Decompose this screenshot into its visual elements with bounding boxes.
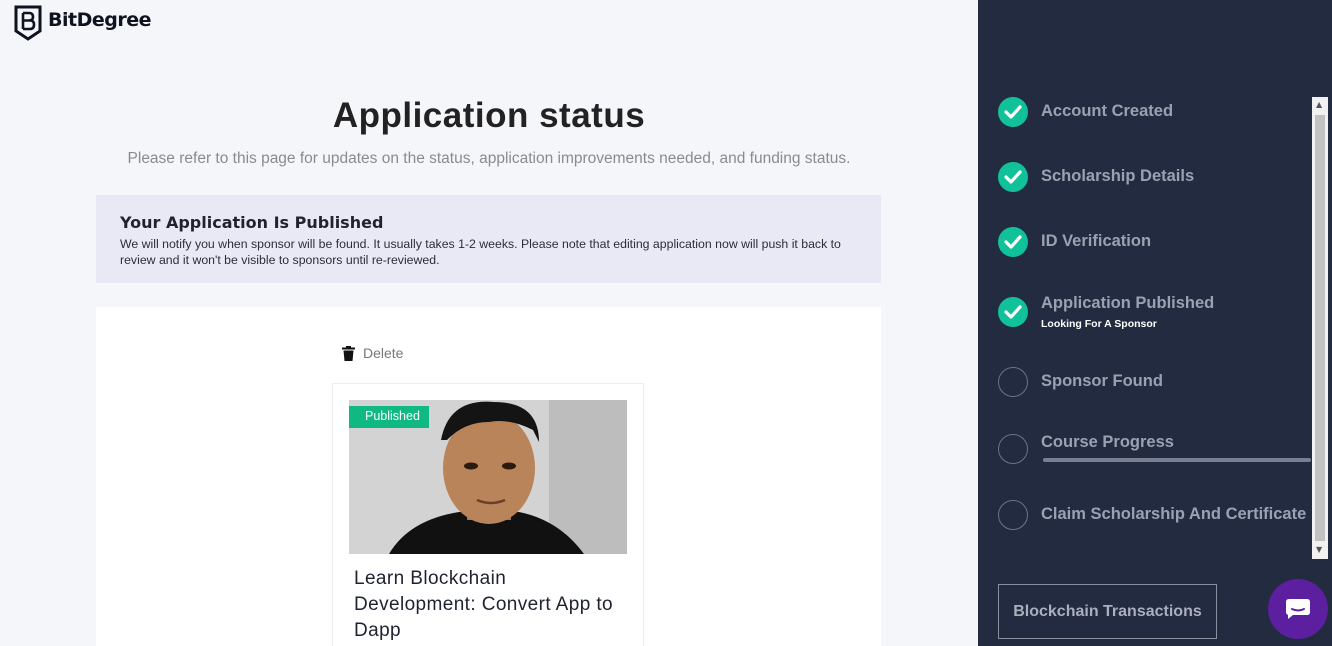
published-badge: Published — [349, 406, 429, 428]
check-icon — [998, 97, 1028, 127]
page-title: Application status — [332, 96, 646, 135]
delete-button[interactable]: Delete — [342, 345, 403, 361]
page-subtitle: Please refer to this page for updates on… — [127, 150, 851, 167]
trash-icon — [342, 345, 355, 361]
scroll-up-icon[interactable]: ▲ — [1316, 100, 1322, 109]
notice-text: We will notify you when sponsor will be … — [120, 237, 841, 267]
main-content: BitDegree Application status Please refe… — [0, 0, 978, 646]
empty-circle-icon — [998, 367, 1028, 397]
step-label: Scholarship Details — [1041, 167, 1195, 185]
step-label: Application Published — [1041, 294, 1215, 312]
course-card[interactable]: Published Learn Blockchain Development: … — [332, 383, 644, 646]
empty-circle-icon — [998, 500, 1028, 530]
progress-sidebar: Account Created Scholarship Details ID V… — [978, 0, 1332, 646]
status-notice: Your Application Is Published We will no… — [96, 195, 881, 283]
step-label: Claim Scholarship And Certificate — [1041, 505, 1307, 523]
delete-label: Delete — [363, 345, 404, 361]
blockchain-transactions-button[interactable]: Blockchain Transactions — [998, 584, 1217, 639]
course-progress-bar — [1043, 458, 1311, 462]
course-panel: Delete Published Learn Blockchain Develo… — [96, 307, 881, 646]
scroll-down-icon[interactable]: ▼ — [1316, 545, 1322, 554]
step-label: Account Created — [1041, 102, 1174, 120]
notice-title: Your Application Is Published — [120, 213, 384, 232]
check-icon — [998, 227, 1028, 257]
step-label: ID Verification — [1041, 232, 1152, 250]
step-label: Sponsor Found — [1041, 372, 1163, 390]
step-label: Course Progress — [1041, 433, 1174, 451]
brand-name: BitDegree — [48, 9, 151, 31]
chat-bubble-icon — [1286, 599, 1310, 619]
course-title[interactable]: Learn Blockchain Development: Convert Ap… — [354, 566, 629, 644]
empty-circle-icon — [998, 434, 1028, 464]
step-sublabel: Looking For A Sponsor — [1041, 318, 1157, 330]
brand-logo[interactable]: BitDegree — [14, 5, 151, 41]
chat-button[interactable] — [1268, 579, 1328, 639]
check-icon — [998, 162, 1028, 192]
scroll-thumb[interactable] — [1315, 115, 1325, 541]
steps-scrollbar[interactable]: ▲ ▼ — [1312, 97, 1328, 559]
bitdegree-shield-logo-icon — [14, 5, 42, 41]
check-icon — [998, 297, 1028, 327]
